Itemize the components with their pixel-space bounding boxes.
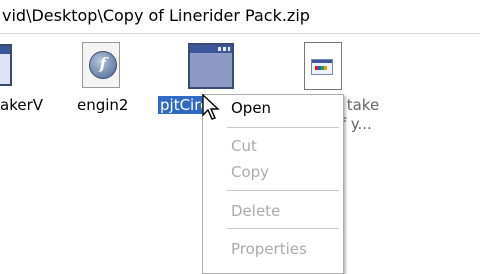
menu-separator (227, 190, 339, 191)
app-icon: f (82, 42, 120, 88)
menu-item-cut[interactable]: Cut (231, 137, 257, 155)
menu-separator (227, 228, 339, 229)
document-icon (304, 42, 342, 90)
address-bar[interactable]: vid\Desktop\Copy of Linerider Pack.zip (0, 0, 480, 34)
mouse-cursor-icon (202, 94, 220, 120)
menu-separator (227, 127, 339, 128)
file-label: akerV (0, 96, 44, 114)
address-path: vid\Desktop\Copy of Linerider Pack.zip (2, 6, 310, 25)
context-menu: Open Cut Copy Delete Properties (202, 94, 344, 274)
menu-item-open[interactable]: Open (231, 99, 271, 117)
menu-item-delete[interactable]: Delete (231, 202, 280, 220)
file-label: engin2 (77, 96, 129, 114)
window-icon (0, 44, 12, 86)
menu-item-properties[interactable]: Properties (231, 240, 307, 258)
menu-item-copy[interactable]: Copy (231, 163, 269, 181)
window-icon (188, 43, 234, 89)
